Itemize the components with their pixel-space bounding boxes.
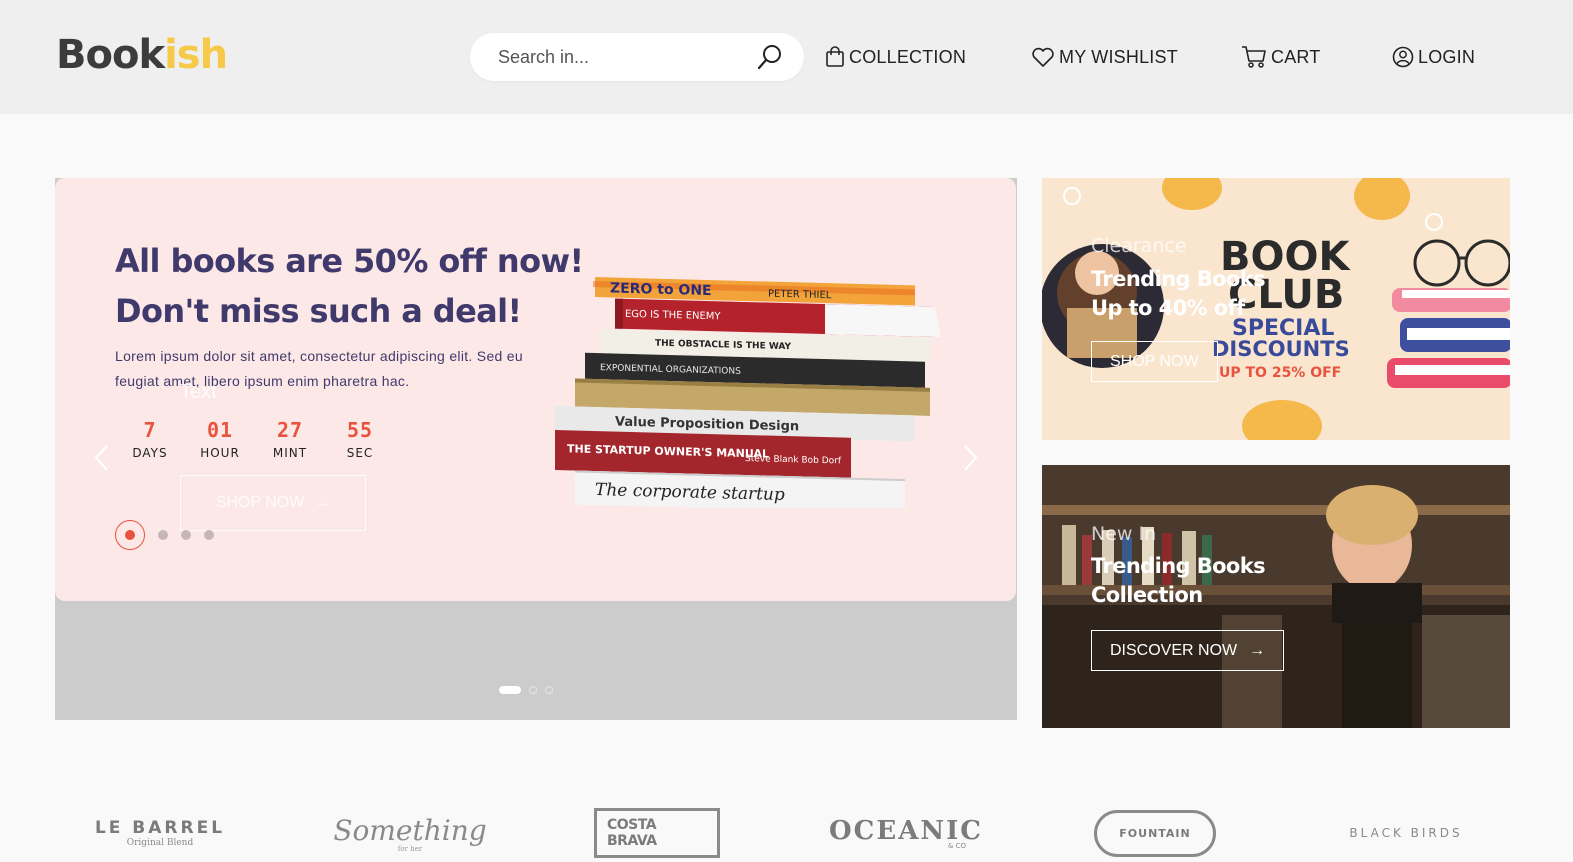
countdown-minutes: 27 MINT <box>255 418 325 460</box>
books-stack-image: ZERO to ONE PETER THIEL EGO IS THE ENEMY… <box>555 277 941 508</box>
user-icon <box>1392 46 1414 68</box>
countdown-seconds-label: SEC <box>346 446 374 460</box>
hero-dot-4[interactable] <box>204 530 214 540</box>
brand-something-name: Something <box>333 813 487 847</box>
search-box <box>470 33 804 81</box>
brand-le-barrel-name: LE BARREL <box>94 818 226 838</box>
hero-pagination <box>115 520 214 550</box>
hero-dot-2[interactable] <box>158 530 168 540</box>
brand-costa-brava-name: COSTA BRAVA <box>594 808 720 858</box>
hero-slider: All books are 50% off now! Don't miss su… <box>55 178 1017 720</box>
hero-title-line1: All books are 50% off now! <box>115 242 584 280</box>
banner1-title-line2: Up to 40% off <box>1091 296 1245 320</box>
bag-icon <box>826 46 844 67</box>
search-input[interactable] <box>498 45 748 69</box>
hero-dot-3[interactable] <box>181 530 191 540</box>
countdown-days: 7 DAYS <box>115 418 185 460</box>
hero-shop-now-label: SHOP NOW <box>215 494 305 511</box>
countdown-hours-value: 01 <box>206 418 234 442</box>
brand-le-barrel-sub: Original Blend <box>126 838 194 848</box>
countdown-hours-label: HOUR <box>200 446 240 460</box>
arrow-right-icon: → <box>1249 641 1266 659</box>
book-club-sub-3: UP TO 25% OFF <box>1219 365 1341 381</box>
brand-costa-brava[interactable]: COSTA BRAVA <box>594 805 720 861</box>
cart-icon <box>1242 46 1266 68</box>
book-author-1: PETER THIEL <box>768 289 832 302</box>
heart-icon <box>1032 47 1054 67</box>
main-slider-dot-3[interactable] <box>545 686 553 694</box>
hero-title: All books are 50% off now! Don't miss su… <box>115 236 585 336</box>
brand-fountain[interactable]: FOUNTAIN <box>1092 805 1218 861</box>
nav-cart[interactable]: CART <box>1241 44 1320 70</box>
site-header: Bookish COLLECTION MY WISHLIST CART LOGI… <box>0 0 1573 114</box>
logo[interactable]: Bookish <box>56 32 228 78</box>
countdown-seconds-value: 55 <box>346 418 374 442</box>
countdown-seconds: 55 SEC <box>325 418 395 460</box>
banner2-kicker: New In <box>1091 523 1157 545</box>
nav-collection[interactable]: COLLECTION <box>825 44 966 70</box>
brand-le-barrel[interactable]: LE BARREL Original Blend <box>90 805 230 861</box>
logo-text-accent: ish <box>164 32 228 78</box>
arrow-right-icon: → <box>314 494 331 511</box>
brand-black-birds[interactable]: BLACK BIRDS <box>1336 805 1476 861</box>
banner2-title: Trending Books Collection <box>1091 552 1266 610</box>
nav-cart-label: CART <box>1271 46 1321 67</box>
banner2-discover-now-button[interactable]: DISCOVER NOW → <box>1091 630 1285 671</box>
main-slider-pagination <box>499 686 553 694</box>
nav-collection-label: COLLECTION <box>849 46 967 67</box>
search-icon[interactable] <box>757 44 783 70</box>
banner1-shop-now-label: SHOP NOW <box>1110 352 1199 370</box>
hero-title-line2: Don't miss such a deal! <box>115 292 522 330</box>
brand-fountain-name: FOUNTAIN <box>1094 809 1216 857</box>
hero-slide: All books are 50% off now! Don't miss su… <box>55 178 1016 601</box>
countdown-days-label: DAYS <box>132 446 168 460</box>
countdown-days-value: 7 <box>143 418 157 442</box>
nav-wishlist[interactable]: MY WISHLIST <box>1031 44 1178 70</box>
new-in-banner[interactable]: New In Trending Books Collection DISCOVE… <box>1042 465 1510 728</box>
brand-oceanic-sub: & CO <box>947 842 966 850</box>
book-club-sub-2: DISCOUNTS <box>1212 337 1350 361</box>
nav-wishlist-label: MY WISHLIST <box>1059 46 1178 67</box>
banner1-kicker: Clearance <box>1091 235 1187 257</box>
slider-prev-icon[interactable] <box>92 443 112 473</box>
countdown-minutes-value: 27 <box>276 418 304 442</box>
logo-text-main: Book <box>56 32 165 78</box>
banner2-title-line1: Trending Books <box>1091 554 1266 578</box>
banner2-title-line2: Collection <box>1091 583 1203 607</box>
countdown-minutes-label: MINT <box>272 446 308 460</box>
book-club-banner[interactable]: BOOK CLUB SPECIAL DISCOUNTS UP TO 25% OF… <box>1042 178 1510 440</box>
hero-dot-1[interactable] <box>115 520 145 550</box>
countdown-timer: 7 DAYS 01 HOUR 27 MINT 55 SEC <box>115 418 395 460</box>
brand-oceanic[interactable]: OCEANIC & CO <box>829 805 981 861</box>
banner2-discover-now-label: DISCOVER NOW <box>1110 641 1238 659</box>
nav-login-label: LOGIN <box>1418 46 1476 67</box>
nav-login[interactable]: LOGIN <box>1392 44 1475 70</box>
book-title-1: ZERO to ONE <box>610 280 712 299</box>
main-slider-dot-2[interactable] <box>529 686 537 694</box>
brand-something-sub: for her <box>397 844 423 853</box>
banner1-shop-now-button[interactable]: SHOP NOW <box>1091 341 1218 382</box>
banner1-title: Trending Books Up to 40% off <box>1091 265 1266 323</box>
brand-black-birds-name: BLACK BIRDS <box>1349 826 1463 840</box>
countdown-hours: 01 HOUR <box>185 418 255 460</box>
main-slider-dot-1[interactable] <box>499 686 521 694</box>
brand-something[interactable]: Something for her <box>333 805 486 861</box>
banner1-title-line1: Trending Books <box>1091 267 1266 291</box>
hero-ghost-text: Text <box>180 381 217 403</box>
